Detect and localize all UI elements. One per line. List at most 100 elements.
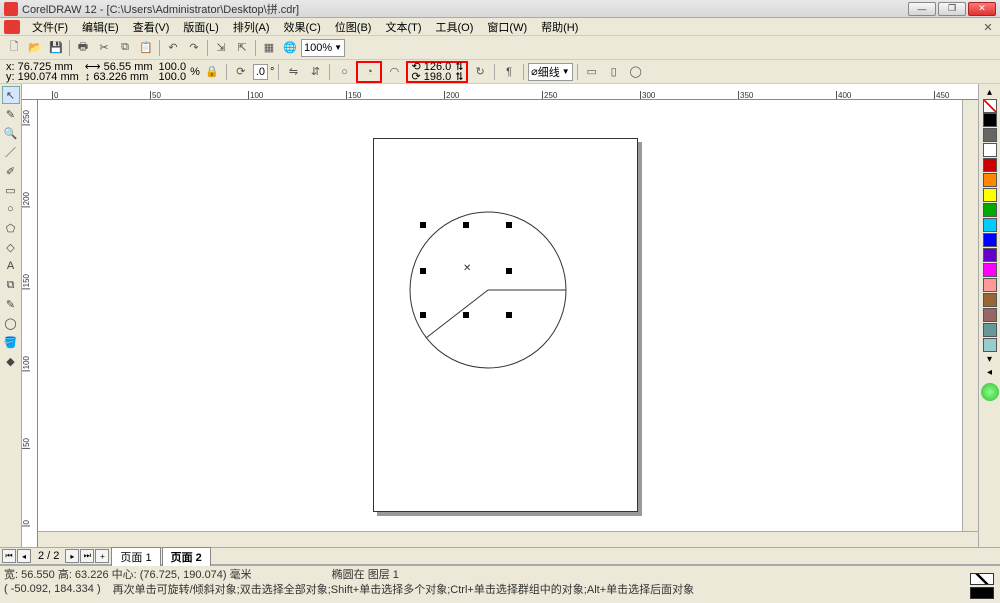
prev-page-button[interactable]: ◂ — [17, 549, 31, 563]
lock-ratio-icon[interactable]: 🔒 — [202, 62, 222, 82]
color-swatch[interactable] — [983, 278, 997, 292]
menu-text[interactable]: 文本(T) — [379, 18, 427, 36]
handle-mr[interactable] — [506, 268, 512, 274]
handle-tl[interactable] — [420, 222, 426, 228]
outline-swatch[interactable] — [970, 587, 994, 599]
smart-draw-tool-icon[interactable]: ✐ — [2, 162, 20, 180]
close-button[interactable]: ✕ — [968, 2, 996, 16]
add-page-button[interactable]: + — [95, 549, 109, 563]
color-swatch[interactable] — [983, 203, 997, 217]
polygon-tool-icon[interactable]: ⬠ — [2, 219, 20, 237]
color-swatch[interactable] — [983, 248, 997, 262]
text-tool-icon[interactable]: A — [2, 257, 20, 275]
menu-arrange[interactable]: 排列(A) — [227, 18, 276, 36]
to-front-icon[interactable]: ▭ — [582, 62, 602, 82]
color-swatch[interactable] — [983, 113, 997, 127]
menu-file[interactable]: 文件(F) — [26, 18, 74, 36]
palette-down-icon[interactable]: ▾ — [987, 354, 992, 365]
horizontal-ruler[interactable]: 050100150200250300350400450 — [22, 84, 978, 100]
palette-flyout-icon[interactable]: ◂ — [987, 367, 992, 378]
corel-online-icon[interactable]: 🌐 — [280, 38, 300, 58]
color-swatch[interactable] — [983, 128, 997, 142]
import-icon[interactable]: ⇲ — [211, 38, 231, 58]
rectangle-tool-icon[interactable]: ▭ — [2, 181, 20, 199]
color-swatch[interactable] — [983, 143, 997, 157]
menu-layout[interactable]: 版面(L) — [177, 18, 224, 36]
page-tab-1[interactable]: 页面 1 — [111, 547, 160, 566]
clockwise-toggle-icon[interactable]: ↻ — [470, 62, 490, 82]
to-back-icon[interactable]: ▯ — [604, 62, 624, 82]
ellipse-tool-icon[interactable]: ○ — [2, 200, 20, 218]
fill-swatch[interactable] — [970, 573, 994, 585]
freehand-tool-icon[interactable]: ／ — [2, 143, 20, 161]
handle-bl[interactable] — [420, 312, 426, 318]
export-icon[interactable]: ⇱ — [232, 38, 252, 58]
outline-tool-icon[interactable]: ◯ — [2, 314, 20, 332]
color-swatch[interactable] — [983, 158, 997, 172]
color-swatch[interactable] — [983, 323, 997, 337]
menu-effects[interactable]: 效果(C) — [278, 18, 327, 36]
canvas[interactable]: ✕ — [38, 100, 978, 531]
handle-ml[interactable] — [420, 268, 426, 274]
no-color-swatch[interactable] — [983, 99, 997, 113]
handle-bc[interactable] — [463, 312, 469, 318]
pie-mode-icon[interactable]: ◔ — [359, 62, 379, 82]
horizontal-scrollbar[interactable] — [38, 531, 978, 547]
maximize-button[interactable]: ❐ — [938, 2, 966, 16]
save-icon[interactable]: 💾 — [46, 38, 66, 58]
size-readout[interactable]: ⟷ 56.55 mm ↕ 63.226 mm — [83, 62, 155, 82]
first-page-button[interactable]: ⏮ — [2, 549, 16, 563]
palette-up-icon[interactable]: ▴ — [987, 87, 992, 98]
zoom-dropdown[interactable]: 100% ▼ — [301, 39, 345, 57]
outline-width-dropdown[interactable]: ⌀ 细线▼ — [528, 63, 573, 81]
color-swatch[interactable] — [983, 263, 997, 277]
handle-tc[interactable] — [463, 222, 469, 228]
color-swatch[interactable] — [983, 173, 997, 187]
paste-icon[interactable]: 📋 — [136, 38, 156, 58]
color-swatch[interactable] — [983, 293, 997, 307]
menu-tools[interactable]: 工具(O) — [430, 18, 480, 36]
document-close-button[interactable]: ✕ — [980, 20, 996, 34]
fill-outline-indicator[interactable] — [970, 573, 994, 599]
wrap-text-icon[interactable]: ¶ — [499, 62, 519, 82]
zoom-tool-icon[interactable]: 🔍 — [2, 124, 20, 142]
handle-tr[interactable] — [506, 222, 512, 228]
eyedropper-tool-icon[interactable]: ✎ — [2, 295, 20, 313]
cut-icon[interactable]: ✂ — [94, 38, 114, 58]
basic-shapes-tool-icon[interactable]: ◇ — [2, 238, 20, 256]
color-swatch[interactable] — [983, 188, 997, 202]
rotation-field[interactable]: .0 — [253, 64, 268, 80]
minimize-button[interactable]: — — [908, 2, 936, 16]
angle-fields[interactable]: ⟲ 126.0 ⮁ ⟳ 198.0 ⮁ — [409, 62, 465, 82]
next-page-button[interactable]: ▸ — [65, 549, 79, 563]
center-marker[interactable]: ✕ — [463, 263, 471, 274]
last-page-button[interactable]: ⏭ — [80, 549, 94, 563]
convert-curves-icon[interactable]: ◯ — [626, 62, 646, 82]
mirror-h-icon[interactable]: ⇋ — [283, 62, 303, 82]
page-tab-2[interactable]: 页面 2 — [162, 547, 211, 566]
fill-tool-icon[interactable]: 🪣 — [2, 333, 20, 351]
scale-readout[interactable]: 100.0 100.0 — [157, 62, 189, 82]
pick-tool-icon[interactable]: ↖ — [2, 86, 20, 104]
copy-icon[interactable]: ⧉ — [115, 38, 135, 58]
menu-bitmap[interactable]: 位图(B) — [329, 18, 378, 36]
new-icon[interactable]: 🗋 — [4, 38, 24, 58]
redo-icon[interactable]: ↷ — [184, 38, 204, 58]
arc-mode-icon[interactable]: ◠ — [384, 62, 404, 82]
ellipse-mode-icon[interactable]: ○ — [334, 62, 354, 82]
blend-tool-icon[interactable]: ⧉ — [2, 276, 20, 294]
open-icon[interactable]: 📂 — [25, 38, 45, 58]
menu-view[interactable]: 查看(V) — [127, 18, 176, 36]
color-swatch[interactable] — [983, 233, 997, 247]
print-icon[interactable]: 🖶 — [73, 38, 93, 58]
menu-edit[interactable]: 编辑(E) — [76, 18, 125, 36]
shape-tool-icon[interactable]: ✎ — [2, 105, 20, 123]
pie-shape[interactable] — [408, 210, 568, 370]
interactive-fill-tool-icon[interactable]: ◆ — [2, 352, 20, 370]
app-launcher-icon[interactable]: ▦ — [259, 38, 279, 58]
handle-br[interactable] — [506, 312, 512, 318]
mirror-v-icon[interactable]: ⇵ — [305, 62, 325, 82]
menu-help[interactable]: 帮助(H) — [535, 18, 584, 36]
vertical-scrollbar[interactable] — [962, 100, 978, 531]
app-menu-icon[interactable] — [4, 20, 20, 34]
